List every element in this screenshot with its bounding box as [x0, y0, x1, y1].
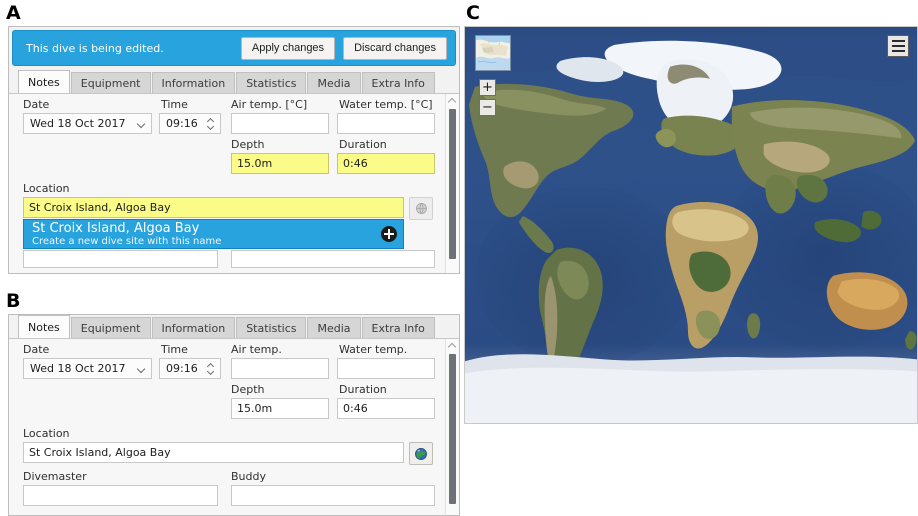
location-label-a: Location — [23, 182, 70, 195]
air-temp-input-b[interactable] — [231, 358, 329, 379]
dive-edit-panel-b: Notes Equipment Information Statistics M… — [8, 314, 460, 516]
date-value-a: Wed 18 Oct 2017 — [30, 117, 126, 130]
autocomplete-title: St Croix Island, Algoa Bay — [32, 220, 200, 236]
hamburger-menu-icon[interactable] — [887, 35, 909, 57]
depth-label-a: Depth — [231, 138, 265, 151]
water-temp-label-a: Water temp. [°C] — [339, 98, 433, 111]
scroll-up-arrow-icon[interactable] — [449, 343, 457, 349]
discard-changes-button[interactable]: Discard changes — [343, 36, 447, 60]
tab-information-b[interactable]: Information — [151, 317, 236, 338]
hamburger-line-2 — [891, 45, 905, 47]
time-value-b: 09:16 — [166, 362, 198, 375]
location-globe-button-a[interactable] — [409, 197, 433, 220]
time-spinbox-a[interactable]: 09:16 — [159, 113, 221, 134]
air-temp-label-a: Air temp. [°C] — [231, 98, 308, 111]
chevron-down-icon — [137, 119, 147, 129]
tab-media-b[interactable]: Media — [307, 317, 361, 338]
tab-extra-info-b[interactable]: Extra Info — [361, 317, 435, 338]
location-input-b[interactable]: St Croix Island, Algoa Bay — [23, 442, 404, 463]
location-label-b: Location — [23, 427, 70, 440]
date-combobox-b[interactable]: Wed 18 Oct 2017 — [23, 358, 152, 379]
location-autocomplete-item[interactable]: St Croix Island, Algoa Bay Create a new … — [23, 219, 404, 249]
time-label-a: Time — [161, 98, 188, 111]
duration-label-a: Duration — [339, 138, 387, 151]
edit-banner-message: This dive is being edited. — [26, 41, 164, 55]
spinner-up-down-icon[interactable] — [207, 361, 216, 377]
form-scrollbar-b[interactable] — [445, 339, 458, 515]
depth-label-b: Depth — [231, 383, 265, 396]
buddy-input-b[interactable] — [231, 485, 435, 506]
tabbar-b: Notes Equipment Information Statistics M… — [9, 315, 459, 339]
panel-label-a: A — [6, 2, 21, 24]
zoom-out-button[interactable]: − — [479, 99, 496, 116]
panel-label-b: B — [6, 290, 21, 312]
time-spinbox-b[interactable]: 09:16 — [159, 358, 221, 379]
tab-statistics-b[interactable]: Statistics — [236, 317, 307, 338]
water-temp-input-a[interactable] — [337, 113, 435, 134]
layer-switcher-button[interactable] — [475, 35, 511, 71]
hamburger-line-3 — [891, 50, 905, 52]
form-scrollbar-a[interactable] — [445, 94, 458, 273]
autocomplete-subtitle: Create a new dive site with this name — [32, 235, 222, 247]
time-label-b: Time — [161, 343, 188, 356]
tab-equipment-b[interactable]: Equipment — [70, 317, 151, 338]
globe-icon — [415, 203, 427, 214]
scroll-up-arrow-icon[interactable] — [449, 98, 457, 104]
spinner-up-down-icon[interactable] — [207, 116, 216, 132]
date-label-b: Date — [23, 343, 50, 356]
tab-media[interactable]: Media — [307, 72, 361, 93]
buddy-label-b: Buddy — [231, 470, 266, 483]
panel-label-c: C — [466, 2, 480, 24]
divemaster-input-a[interactable] — [23, 250, 218, 268]
edit-banner: This dive is being edited. Apply changes… — [12, 30, 456, 66]
dive-edit-panel-a: This dive is being edited. Apply changes… — [8, 26, 460, 274]
water-temp-label-b: Water temp. — [339, 343, 408, 356]
divemaster-input-b[interactable] — [23, 485, 218, 506]
zoom-in-button[interactable]: + — [479, 79, 496, 96]
air-temp-input-a[interactable] — [231, 113, 329, 134]
globe-icon — [415, 447, 427, 460]
tab-notes[interactable]: Notes — [18, 70, 70, 93]
duration-label-b: Duration — [339, 383, 387, 396]
hamburger-line-1 — [891, 40, 905, 42]
map-thumbnail-icon — [476, 36, 510, 70]
depth-input-b[interactable]: 15.0m — [231, 398, 329, 419]
tab-notes-b[interactable]: Notes — [18, 315, 70, 338]
notes-form-a: Date Wed 18 Oct 2017 Time 09:16 Air temp… — [9, 94, 459, 273]
depth-input-a[interactable]: 15.0m — [231, 153, 329, 174]
tab-equipment[interactable]: Equipment — [70, 72, 151, 93]
autocomplete-texts: St Croix Island, Algoa Bay Create a new … — [32, 221, 381, 248]
tabbar-a: Notes Equipment Information Statistics M… — [9, 70, 459, 94]
tab-information[interactable]: Information — [151, 72, 236, 93]
date-combobox-a[interactable]: Wed 18 Oct 2017 — [23, 113, 152, 134]
world-map-panel[interactable]: + − — [464, 26, 918, 424]
scrollbar-thumb-a[interactable] — [449, 109, 456, 259]
divemaster-label-b: Divemaster — [23, 470, 87, 483]
date-value-b: Wed 18 Oct 2017 — [30, 362, 126, 375]
location-globe-button-b[interactable] — [409, 442, 433, 465]
tab-extra-info[interactable]: Extra Info — [361, 72, 435, 93]
satellite-world-map[interactable] — [465, 27, 917, 423]
duration-input-b[interactable]: 0:46 — [337, 398, 435, 419]
scrollbar-thumb-b[interactable] — [449, 354, 456, 504]
buddy-input-a[interactable] — [231, 250, 435, 268]
apply-changes-button[interactable]: Apply changes — [240, 36, 336, 60]
tab-statistics[interactable]: Statistics — [236, 72, 307, 93]
water-temp-input-b[interactable] — [337, 358, 435, 379]
air-temp-label-b: Air temp. — [231, 343, 282, 356]
time-value-a: 09:16 — [166, 117, 198, 130]
location-input-a[interactable]: St Croix Island, Algoa Bay — [23, 197, 404, 218]
notes-form-b: Date Wed 18 Oct 2017 Time 09:16 Air temp… — [9, 339, 459, 515]
chevron-down-icon — [137, 364, 147, 374]
plus-circle-icon[interactable] — [381, 226, 397, 242]
date-label-a: Date — [23, 98, 50, 111]
duration-input-a[interactable]: 0:46 — [337, 153, 435, 174]
